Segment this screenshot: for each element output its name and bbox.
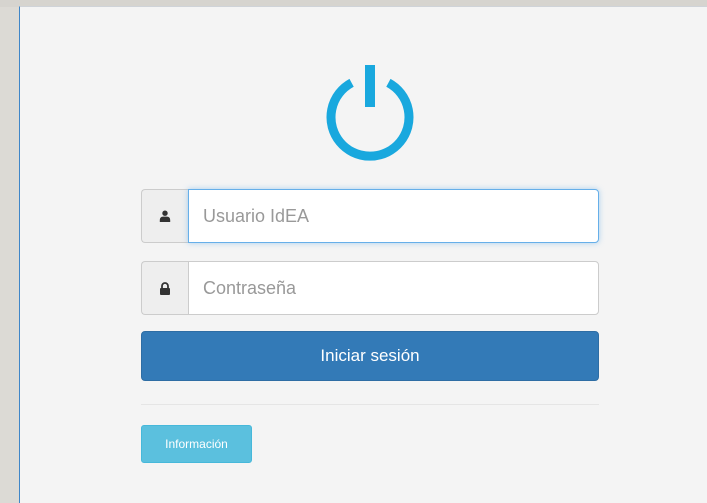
power-icon: [311, 57, 429, 161]
lock-icon: [141, 261, 188, 315]
info-button[interactable]: Información: [141, 425, 252, 463]
username-input-group: [141, 189, 599, 243]
divider: [141, 404, 599, 405]
user-icon: [141, 189, 188, 243]
password-input-group: [141, 261, 599, 315]
password-input[interactable]: [188, 261, 599, 315]
username-input[interactable]: [188, 189, 599, 243]
login-button[interactable]: Iniciar sesión: [141, 331, 599, 381]
